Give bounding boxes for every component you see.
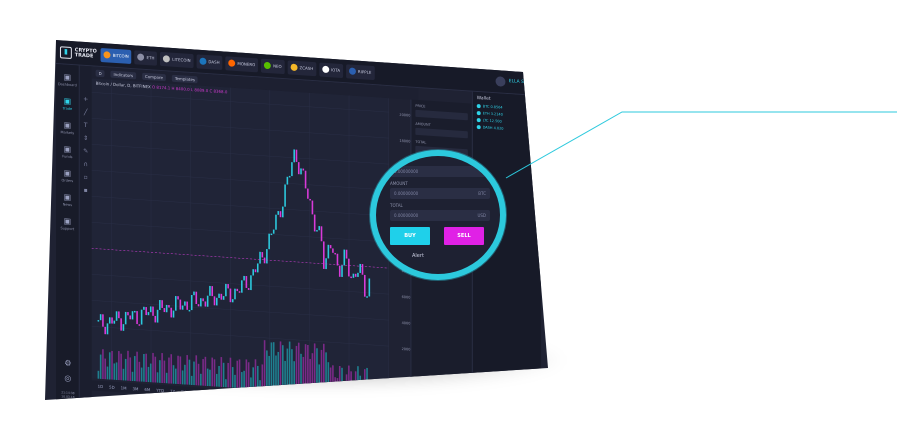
callout-polyline <box>505 111 897 179</box>
mockup-stage: ▮ CRYPTO TRADE BITCOIN ETH LITECOIN DASH MON… <box>0 0 915 430</box>
callout-line <box>505 111 897 179</box>
